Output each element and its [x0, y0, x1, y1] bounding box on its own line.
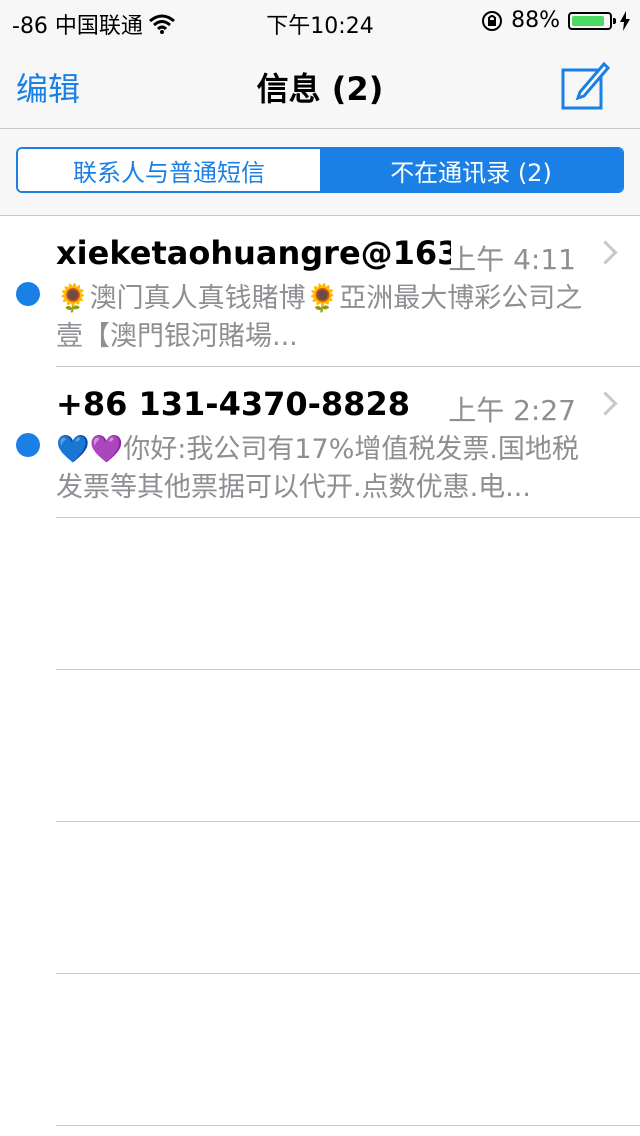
message-preview: 🌻澳门真人真钱賭博🌻亞洲最大博彩公司之壹【澳門银河賭場... — [56, 283, 583, 352]
compose-icon[interactable] — [560, 60, 610, 110]
message-list: xieketaohuangre@163.... 上午 4:11 🌻澳门真人真钱賭… — [0, 216, 640, 1126]
unread-dot — [16, 433, 40, 457]
message-time: 上午 4:11 — [448, 243, 576, 276]
filter-bar: 联系人与普通短信 不在通讯录 (2) — [0, 129, 640, 216]
nav-bar: 编辑 信息 (2) — [0, 40, 640, 129]
orientation-lock-icon — [482, 10, 503, 31]
empty-row — [0, 670, 640, 822]
status-bar: -86 中国联通 下午10:24 88% — [0, 0, 640, 40]
unread-dot — [16, 282, 40, 306]
segmented-control: 联系人与普通短信 不在通讯录 (2) — [16, 147, 624, 193]
status-right: 88% — [481, 8, 630, 33]
message-row[interactable]: xieketaohuangre@163.... 上午 4:11 🌻澳门真人真钱賭… — [0, 216, 640, 367]
tab-unknown-senders[interactable]: 不在通讯录 (2) — [320, 149, 622, 191]
message-sender: xieketaohuangre@163.... — [56, 234, 451, 272]
tab-contacts-and-sms[interactable]: 联系人与普通短信 — [18, 149, 320, 191]
battery-fill — [572, 15, 604, 26]
message-sender: +86 131-4370-8828 — [56, 385, 410, 423]
message-time: 上午 2:27 — [448, 394, 576, 427]
battery-percent: 88% — [511, 8, 560, 33]
empty-row — [0, 974, 640, 1126]
charging-icon — [620, 10, 630, 31]
row-divider — [56, 1125, 640, 1126]
battery-icon — [568, 11, 616, 30]
chevron-right-icon — [593, 240, 618, 265]
message-preview: 💙💜你好:我公司有17%增值税发票.国地税发票等其他票据可以代开.点数优惠.电.… — [56, 434, 579, 503]
empty-row — [0, 822, 640, 974]
battery-nub — [613, 17, 616, 24]
chevron-right-icon — [593, 391, 618, 416]
page-title: 信息 (2) — [256, 70, 384, 108]
message-row[interactable]: +86 131-4370-8828 上午 2:27 💙💜你好:我公司有17%增值… — [0, 367, 640, 518]
empty-row — [0, 518, 640, 670]
